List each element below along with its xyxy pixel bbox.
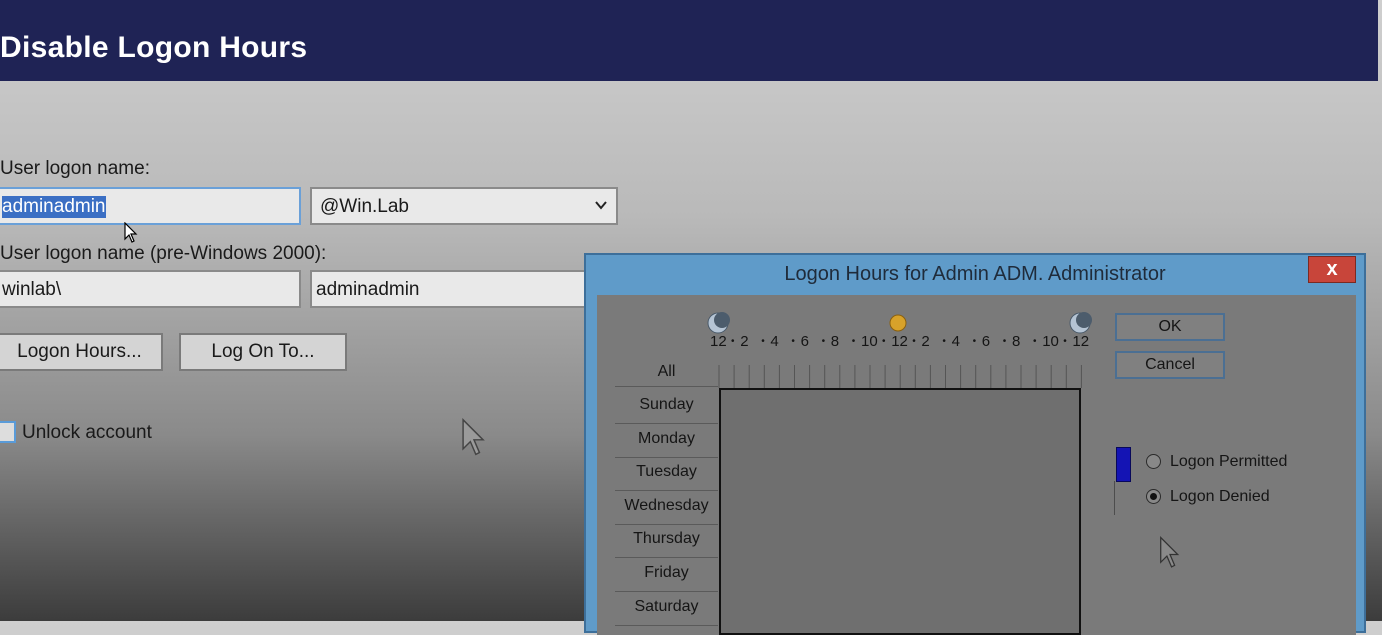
permitted-legend-swatch	[1116, 447, 1131, 482]
hour-separator-dot: •	[1063, 336, 1067, 347]
hour-column-headers[interactable]	[717, 357, 1083, 389]
row-divider	[615, 624, 718, 626]
hour-label: 12	[710, 333, 727, 350]
logon-hours-dialog: Logon Hours for Admin ADM. Administrator…	[584, 253, 1366, 635]
close-icon: x	[1326, 258, 1338, 280]
slide-title: Disable Logon Hours	[0, 31, 308, 64]
hour-label: 12	[891, 333, 908, 350]
pre2000-name-value: adminadmin	[316, 279, 420, 300]
hour-separator-dot: •	[972, 336, 977, 347]
hour-label: 2	[740, 333, 749, 350]
dialog-body: 12 • 2 • 4 • 6 • 8 • 10 • 12 • 2 • 4 • 6 • 8 • 10 • 12 All Sunda…	[597, 295, 1356, 635]
hour-separator-dot: •	[791, 336, 795, 347]
logon-name-input[interactable]: adminadmin	[0, 187, 301, 225]
logon-permitted-label: Logon Permitted	[1170, 453, 1288, 470]
row-divider	[615, 557, 718, 559]
hour-label: 2	[921, 333, 930, 350]
logon-denied-label: Logon Denied	[1170, 488, 1270, 505]
unlock-account-checkbox[interactable]	[0, 421, 16, 443]
hour-label: 8	[1012, 333, 1021, 350]
logon-denied-radio[interactable]	[1146, 489, 1161, 504]
hour-separator-dot: •	[1033, 336, 1037, 347]
hour-separator-dot: •	[942, 336, 946, 347]
day-row-monday[interactable]: Monday	[615, 430, 718, 448]
hour-separator-dot: •	[821, 336, 826, 347]
log-on-to-button[interactable]: Log On To...	[179, 333, 347, 371]
pre2000-label: User logon name (pre-Windows 2000):	[0, 243, 327, 264]
hour-label: 4	[951, 333, 960, 350]
domain-value: @Win.Lab	[320, 196, 409, 217]
logon-name-label: User logon name:	[0, 158, 150, 179]
hour-label: 8	[830, 333, 840, 350]
denied-legend-swatch	[1114, 481, 1115, 515]
row-divider	[615, 490, 718, 492]
hour-label: 10	[861, 333, 878, 350]
row-divider	[615, 591, 718, 592]
hours-grid[interactable]	[719, 388, 1081, 635]
moon-icon	[707, 312, 730, 334]
row-divider	[615, 523, 718, 525]
day-row-sunday[interactable]: Sunday	[615, 396, 718, 414]
pre2000-domain-value: winlab\	[2, 279, 62, 300]
select-all-button[interactable]: All	[615, 363, 718, 381]
mouse-cursor-icon	[462, 418, 485, 456]
pre2000-name-input[interactable]: adminadmin	[310, 270, 590, 308]
day-row-friday[interactable]: Friday	[615, 564, 718, 582]
hour-separator-dot: •	[912, 336, 916, 347]
hour-separator-dot: •	[1002, 336, 1007, 347]
day-row-thursday[interactable]: Thursday	[615, 530, 718, 548]
day-row-saturday[interactable]: Saturday	[615, 598, 718, 616]
hour-label: 4	[770, 333, 779, 350]
logon-name-value: adminadmin	[2, 196, 106, 218]
chevron-down-icon	[595, 201, 607, 210]
unlock-account-label: Unlock account	[22, 422, 152, 443]
sun-icon	[889, 314, 907, 332]
logon-permitted-radio[interactable]	[1146, 454, 1161, 469]
hour-separator-dot: •	[882, 336, 886, 347]
cancel-button[interactable]: Cancel	[1115, 351, 1225, 379]
hour-label: 12	[1072, 333, 1090, 350]
row-divider	[615, 423, 718, 424]
ok-button[interactable]: OK	[1115, 313, 1225, 341]
day-row-tuesday[interactable]: Tuesday	[615, 463, 718, 481]
pre2000-domain-input[interactable]: winlab\	[0, 270, 301, 308]
hour-label: 10	[1042, 333, 1059, 350]
domain-select[interactable]: @Win.Lab	[310, 187, 618, 225]
dialog-title: Logon Hours for Admin ADM. Administrator	[784, 263, 1166, 285]
close-button[interactable]: x	[1308, 256, 1356, 283]
hour-label: 6	[800, 333, 809, 350]
day-row-wednesday[interactable]: Wednesday	[615, 497, 718, 515]
hour-separator-dot: •	[761, 336, 765, 347]
mouse-cursor-icon	[1160, 536, 1180, 568]
row-divider	[615, 456, 718, 458]
hour-separator-dot: •	[731, 336, 735, 347]
mouse-cursor-icon	[124, 222, 138, 243]
hour-separator-dot: •	[851, 336, 856, 347]
slide-title-bar: Disable Logon Hours	[0, 0, 1378, 81]
logon-hours-button[interactable]: Logon Hours...	[0, 333, 163, 371]
hour-label: 6	[981, 333, 991, 350]
moon-icon	[1069, 312, 1092, 334]
